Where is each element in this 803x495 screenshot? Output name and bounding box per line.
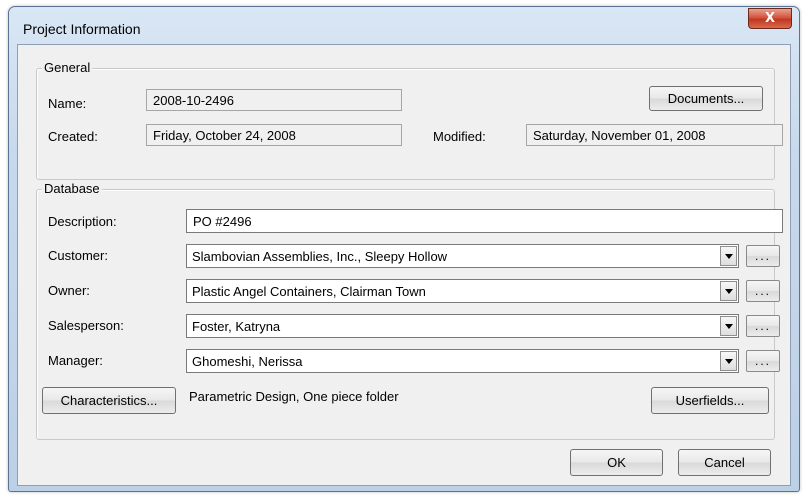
name-field: 2008-10-2496 [146,89,402,111]
chevron-down-icon[interactable] [720,281,737,301]
characteristics-text: Parametric Design, One piece folder [189,389,399,404]
salesperson-label: Salesperson: [48,318,124,333]
modified-field: Saturday, November 01, 2008 [526,124,783,146]
general-group: General Name: 2008-10-2496 Documents... … [36,60,783,180]
database-group: Database Description: PO #2496 Customer:… [36,181,783,440]
customer-select[interactable]: Slambovian Assemblies, Inc., Sleepy Holl… [186,244,739,268]
owner-browse-button[interactable]: ... [746,280,780,302]
description-input[interactable]: PO #2496 [186,209,783,233]
general-group-legend: General [42,60,93,75]
manager-select-value: Ghomeshi, Nerissa [192,354,303,369]
name-label: Name: [48,96,87,111]
salesperson-select[interactable]: Foster, Katryna [186,314,739,338]
dialog-window: Project Information X General Name: 2008… [8,6,800,492]
created-label: Created: [48,129,98,144]
database-group-legend: Database [42,181,102,196]
created-field: Friday, October 24, 2008 [146,124,402,146]
cancel-button[interactable]: Cancel [678,449,771,476]
userfields-button[interactable]: Userfields... [651,387,769,414]
chevron-down-icon[interactable] [720,316,737,336]
close-icon: X [764,11,776,26]
salesperson-browse-button[interactable]: ... [746,315,780,337]
customer-select-value: Slambovian Assemblies, Inc., Sleepy Holl… [192,249,448,264]
characteristics-button[interactable]: Characteristics... [42,387,176,414]
description-label: Description: [48,214,117,229]
owner-select[interactable]: Plastic Angel Containers, Clairman Town [186,279,739,303]
manager-label: Manager: [48,353,103,368]
customer-browse-button[interactable]: ... [746,245,780,267]
dialog-client-area: General Name: 2008-10-2496 Documents... … [17,44,791,486]
manager-browse-button[interactable]: ... [746,350,780,372]
owner-label: Owner: [48,283,90,298]
chevron-down-icon[interactable] [720,246,737,266]
chevron-down-icon[interactable] [720,351,737,371]
window-title: Project Information [23,21,141,37]
customer-label: Customer: [48,248,108,263]
manager-select[interactable]: Ghomeshi, Nerissa [186,349,739,373]
modified-label: Modified: [433,129,486,144]
salesperson-select-value: Foster, Katryna [192,319,281,334]
documents-button[interactable]: Documents... [649,86,763,111]
ok-button[interactable]: OK [570,449,663,476]
owner-select-value: Plastic Angel Containers, Clairman Town [192,284,426,299]
close-button[interactable]: X [748,8,792,29]
